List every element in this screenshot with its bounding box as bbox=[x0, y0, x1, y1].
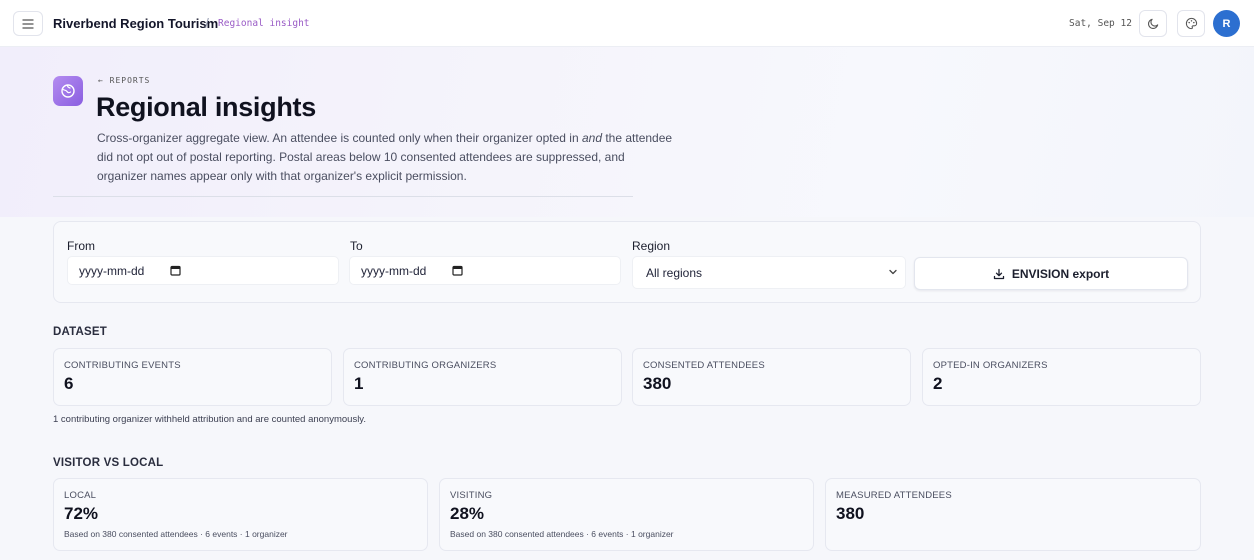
stat-card-measured-attendees: MEASURED ATTENDEES 380 bbox=[825, 478, 1201, 551]
stat-label: CONSENTED ATTENDEES bbox=[643, 360, 765, 371]
stat-card-visiting: VISITING 28% Based on 380 consented atte… bbox=[439, 478, 814, 551]
stat-value: 28% bbox=[450, 504, 485, 523]
brand-link[interactable]: Riverbend Region Tourism bbox=[53, 16, 218, 31]
breadcrumb-separator: / bbox=[205, 15, 209, 31]
dataset-section-title: DATASET bbox=[53, 326, 107, 338]
to-date-input[interactable]: yyyy-mm-dd bbox=[349, 256, 621, 285]
header-divider bbox=[53, 196, 633, 197]
envision-export-button[interactable]: ENVISION export bbox=[914, 257, 1188, 290]
current-date: Sat, Sep 12 bbox=[1069, 18, 1132, 29]
moon-icon bbox=[1147, 18, 1158, 30]
attribution-note: 1 contributing organizer withheld attrib… bbox=[53, 414, 366, 425]
page-description: Cross-organizer aggregate view. An atten… bbox=[97, 129, 677, 186]
stat-label: CONTRIBUTING EVENTS bbox=[64, 360, 181, 371]
stat-card-contributing-events: CONTRIBUTING EVENTS 6 bbox=[53, 348, 332, 406]
theme-toggle-button[interactable] bbox=[1139, 10, 1167, 37]
to-label: To bbox=[350, 239, 363, 253]
stat-label: VISITING bbox=[450, 490, 493, 501]
from-date-input[interactable]: yyyy-mm-dd bbox=[67, 256, 339, 285]
stat-value: 72% bbox=[64, 504, 99, 523]
stat-value: 2 bbox=[933, 374, 943, 393]
user-avatar[interactable]: R bbox=[1213, 10, 1240, 37]
stat-card-consented-attendees: CONSENTED ATTENDEES 380 bbox=[632, 348, 911, 406]
region-label: Region bbox=[632, 239, 671, 253]
stat-card-opted-in-organizers: OPTED-IN ORGANIZERS 2 bbox=[922, 348, 1201, 406]
from-label: From bbox=[67, 239, 95, 253]
palette-icon bbox=[1185, 17, 1197, 30]
stat-value: 1 bbox=[354, 374, 364, 393]
top-bar: Riverbend Region Tourism / Regional insi… bbox=[0, 0, 1254, 47]
stat-value: 6 bbox=[64, 374, 74, 393]
stat-value: 380 bbox=[643, 374, 672, 393]
stat-card-contributing-organizers: CONTRIBUTING ORGANIZERS 1 bbox=[343, 348, 622, 406]
region-select[interactable]: All regions bbox=[632, 256, 906, 289]
palette-button[interactable] bbox=[1177, 10, 1205, 37]
stat-label: OPTED-IN ORGANIZERS bbox=[933, 360, 1048, 371]
globe-icon bbox=[61, 84, 75, 98]
from-date-placeholder: yyyy-mm-dd bbox=[79, 263, 145, 278]
stat-value: 380 bbox=[836, 504, 865, 523]
stat-subtext: Based on 380 consented attendees · 6 eve… bbox=[450, 529, 674, 539]
breadcrumb-current: Regional insight bbox=[218, 18, 310, 29]
calendar-icon[interactable] bbox=[170, 265, 181, 276]
stat-card-local: LOCAL 72% Based on 380 consented attende… bbox=[53, 478, 428, 551]
report-badge bbox=[53, 76, 83, 106]
stat-label: MEASURED ATTENDEES bbox=[836, 490, 952, 501]
stat-label: LOCAL bbox=[64, 490, 97, 501]
page-title: Regional insights bbox=[96, 92, 316, 122]
stat-subtext: Based on 380 consented attendees · 6 eve… bbox=[64, 529, 288, 539]
description-emphasis: and bbox=[581, 131, 602, 145]
stat-label: CONTRIBUTING ORGANIZERS bbox=[354, 360, 497, 371]
back-to-reports-link[interactable]: ← REPORTS bbox=[98, 76, 150, 85]
menu-icon bbox=[22, 18, 34, 29]
calendar-icon[interactable] bbox=[452, 265, 463, 276]
to-date-placeholder: yyyy-mm-dd bbox=[361, 263, 427, 278]
chevron-down-icon bbox=[888, 267, 898, 277]
menu-button[interactable] bbox=[13, 11, 43, 36]
visitor-section-title: VISITOR VS LOCAL bbox=[53, 457, 164, 469]
envision-export-label: ENVISION export bbox=[1011, 266, 1110, 281]
region-selected-value: All regions bbox=[646, 265, 703, 280]
description-text-start: Cross-organizer aggregate view. An atten… bbox=[97, 131, 582, 145]
download-icon bbox=[993, 268, 1004, 279]
